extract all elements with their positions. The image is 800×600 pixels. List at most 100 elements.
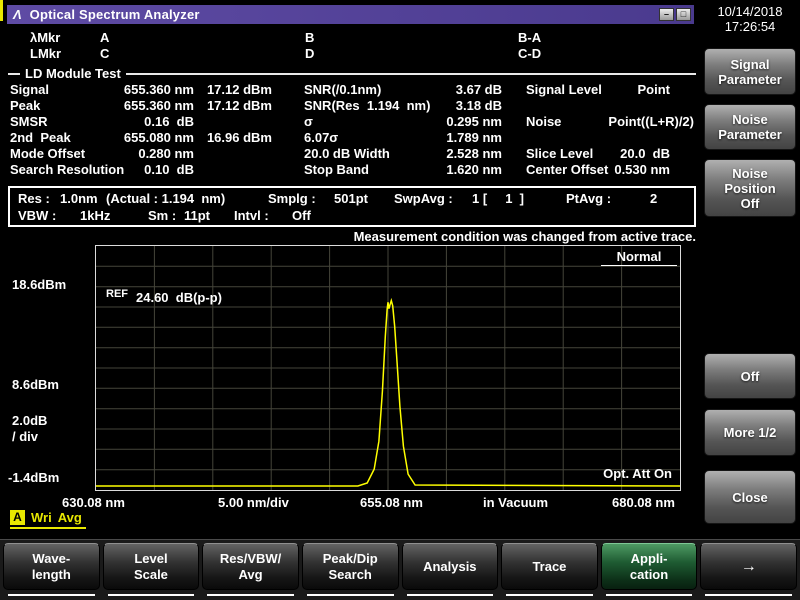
menu-wavelength-button[interactable]: Wave- length bbox=[3, 543, 100, 590]
menu-res-vbw-avg-button[interactable]: Res/VBW/ Avg bbox=[202, 543, 299, 590]
button-label: Off bbox=[741, 369, 760, 384]
meas-center-offset-label: Center Offset bbox=[502, 162, 616, 178]
marker-d-label: D bbox=[305, 46, 314, 61]
button-label: Res/VBW/ bbox=[220, 551, 281, 567]
menu-underline bbox=[506, 594, 593, 596]
button-label: Noise bbox=[732, 166, 767, 181]
menu-slot: Level Scale bbox=[103, 543, 200, 600]
vbw-label: VBW : bbox=[18, 208, 56, 223]
menu-analysis-button[interactable]: Analysis bbox=[402, 543, 499, 590]
more-pages-button[interactable]: More 1/2 bbox=[704, 409, 796, 456]
meas-smsr-label: SMSR bbox=[8, 114, 110, 130]
groupbox-title: LD Module Test bbox=[20, 66, 126, 81]
button-label: cation bbox=[630, 567, 668, 583]
meas-2ndpeak-label: 2nd Peak bbox=[8, 130, 110, 146]
spectrum-chart: Normal REF 24.60 dB(p-p) Opt. Att On bbox=[95, 245, 681, 491]
noise-parameter-button[interactable]: Noise Parameter bbox=[704, 104, 796, 150]
res-actual-value: (Actual : 1.194 nm) bbox=[106, 191, 225, 206]
menu-underline bbox=[207, 594, 294, 596]
meas-empty bbox=[616, 98, 696, 114]
meas-mode-offset-label: Mode Offset bbox=[8, 146, 110, 162]
active-trace-indicator: A Wri Avg bbox=[10, 510, 86, 529]
measurement-grid: Signal 655.360 nm 17.12 dBm SNR(/0.1nm) … bbox=[8, 82, 696, 178]
button-label: Avg bbox=[239, 567, 263, 583]
trace-write-mode: Wri bbox=[31, 510, 52, 525]
res-value: 1.0nm bbox=[60, 191, 98, 206]
meas-signal-level: 17.12 dBm bbox=[194, 82, 272, 98]
ld-module-test-groupbox: LD Module Test Signal 655.360 nm 17.12 d… bbox=[8, 73, 696, 178]
menu-underline bbox=[8, 594, 95, 596]
button-label: Peak/Dip bbox=[323, 551, 378, 567]
menu-trace-button[interactable]: Trace bbox=[501, 543, 598, 590]
menu-slot: Peak/Dip Search bbox=[302, 543, 399, 600]
meas-stop-band-label: Stop Band bbox=[272, 162, 432, 178]
menu-slot: → bbox=[700, 543, 797, 600]
meas-snrres-value: 3.18 dB bbox=[432, 98, 502, 114]
meas-sigma-label: σ bbox=[272, 114, 432, 130]
level-marker-label: LMkr bbox=[30, 46, 61, 61]
meas-sigma-value: 0.295 nm bbox=[432, 114, 502, 130]
meas-20db-width-value: 2.528 nm bbox=[432, 146, 502, 162]
ref-level-label: REF bbox=[106, 288, 128, 300]
button-label: Parameter bbox=[718, 127, 782, 142]
meas-empty bbox=[502, 130, 616, 146]
menu-peak-dip-search-button[interactable]: Peak/Dip Search bbox=[302, 543, 399, 590]
function-menu-bar: Wave- length Level Scale Res/VBW/ Avg Pe… bbox=[0, 539, 800, 600]
meas-snr01nm-label: SNR(/0.1nm) bbox=[272, 82, 432, 98]
meas-signal-label: Signal bbox=[8, 82, 110, 98]
off-button[interactable]: Off bbox=[704, 353, 796, 399]
sweep-settings-box: Res : 1.0nm (Actual : 1.194 nm) Smplg : … bbox=[8, 186, 696, 227]
meas-signal-level-mode-label: Signal Level bbox=[502, 82, 616, 98]
meas-slice-level-label: Slice Level bbox=[502, 146, 616, 162]
sweep-avg-label: SwpAvg : bbox=[394, 191, 453, 206]
button-label: Noise bbox=[732, 112, 767, 127]
smoothing-label: Sm : bbox=[148, 208, 176, 223]
menu-underline bbox=[407, 594, 494, 596]
spectrum-trace-plot bbox=[96, 246, 680, 490]
noise-position-button[interactable]: Noise Position Off bbox=[704, 159, 796, 217]
time-text: 17:26:54 bbox=[702, 19, 798, 34]
meas-search-resolution-label: Search Resolution bbox=[8, 162, 110, 178]
meas-6sigma-value: 1.789 nm bbox=[432, 130, 502, 146]
button-label: Position bbox=[724, 181, 775, 196]
menu-underline bbox=[705, 594, 792, 596]
y-axis-bottom-label: -1.4dBm bbox=[8, 470, 59, 485]
menu-next-page-button[interactable]: → bbox=[700, 543, 797, 590]
y-axis-mid-label: 8.6dBm bbox=[12, 377, 59, 392]
menu-application-button[interactable]: Appli- cation bbox=[601, 543, 698, 590]
meas-2ndpeak-wavelength: 655.080 nm bbox=[110, 130, 194, 146]
y-axis-scale-unit: / div bbox=[12, 429, 38, 444]
close-button[interactable]: Close bbox=[704, 470, 796, 524]
meas-empty bbox=[502, 98, 616, 114]
meas-peak-label: Peak bbox=[8, 98, 110, 114]
meas-snrres-label: SNR(Res 1.194 nm) bbox=[272, 98, 432, 114]
meas-empty bbox=[616, 130, 696, 146]
signal-parameter-button[interactable]: Signal Parameter bbox=[704, 48, 796, 95]
optical-attenuator-status: Opt. Att On bbox=[603, 466, 672, 481]
meas-noise-mode-value: Point((L+R)/2) bbox=[616, 114, 696, 130]
button-label: Analysis bbox=[423, 559, 476, 575]
smoothing-value: 11pt bbox=[184, 208, 210, 223]
marker-cd-label: C-D bbox=[518, 46, 541, 61]
marker-c-label: C bbox=[100, 46, 109, 61]
minimize-icon[interactable]: – bbox=[659, 8, 674, 21]
button-label: Level bbox=[134, 551, 167, 567]
trace-avg-mode: Avg bbox=[58, 510, 82, 525]
anritsu-logo-icon: Λ bbox=[13, 7, 22, 22]
interval-value: Off bbox=[292, 208, 311, 223]
x-axis-end-label: 680.08 nm bbox=[612, 495, 675, 510]
button-label: Close bbox=[732, 490, 767, 505]
maximize-icon[interactable]: □ bbox=[676, 8, 691, 21]
meas-6sigma-label: 6.07σ bbox=[272, 130, 432, 146]
point-avg-label: PtAvg : bbox=[566, 191, 611, 206]
button-label: Parameter bbox=[718, 72, 782, 87]
marker-a-label: A bbox=[100, 30, 109, 45]
interval-label: Intvl : bbox=[234, 208, 269, 223]
marker-ba-label: B-A bbox=[518, 30, 541, 45]
meas-peak-wavelength: 655.360 nm bbox=[110, 98, 194, 114]
menu-level-scale-button[interactable]: Level Scale bbox=[103, 543, 200, 590]
meas-2ndpeak-level: 16.96 dBm bbox=[194, 130, 272, 146]
x-axis-start-label: 630.08 nm bbox=[62, 495, 125, 510]
meas-peak-level: 17.12 dBm bbox=[194, 98, 272, 114]
datetime-display: 10/14/2018 17:26:54 bbox=[702, 4, 798, 34]
